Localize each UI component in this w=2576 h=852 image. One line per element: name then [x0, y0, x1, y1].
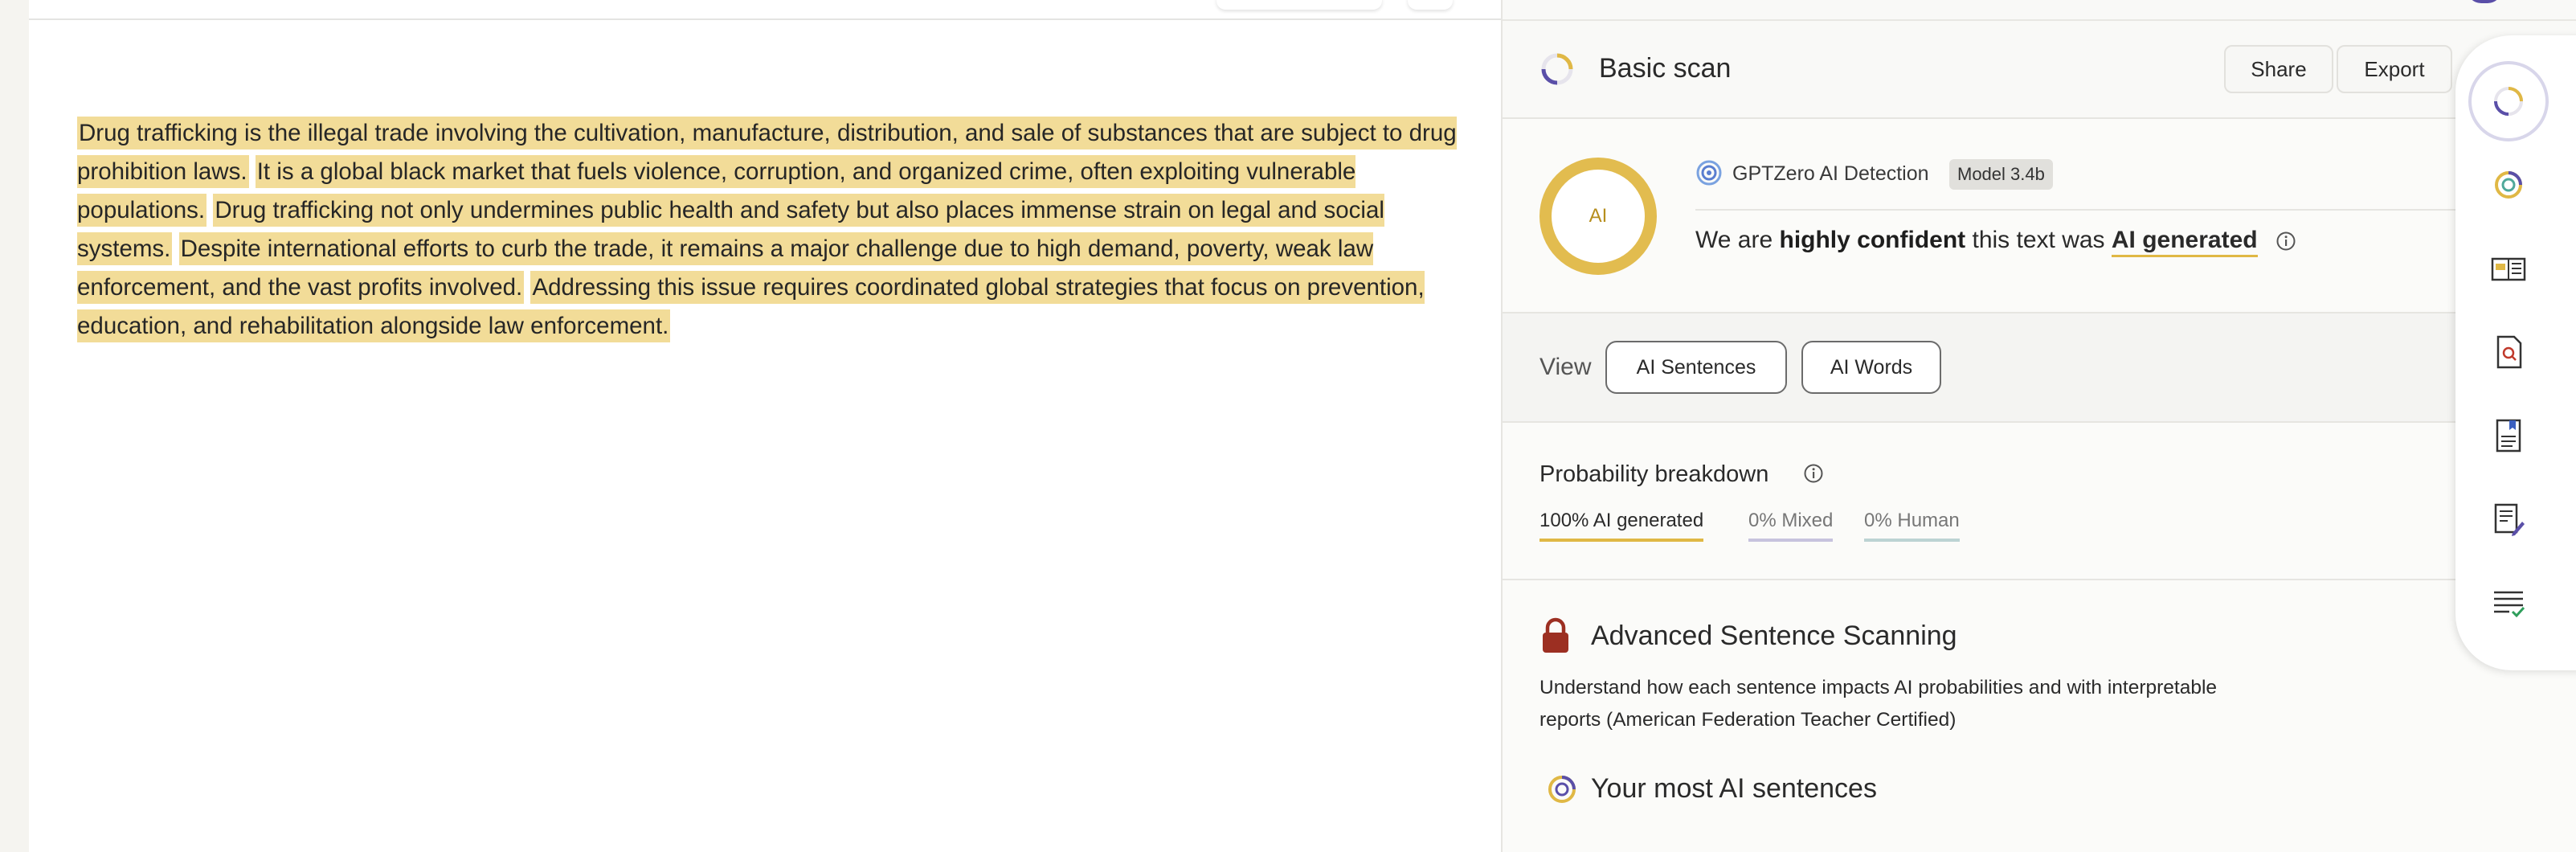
info-icon[interactable]	[2275, 231, 2296, 252]
ai-probability-tab[interactable]: 100% AI generated	[1539, 510, 1704, 542]
view-label: View	[1539, 354, 1592, 380]
lock-icon	[1543, 617, 1568, 653]
toolbar-pill[interactable]	[1216, 0, 1382, 10]
document-bookmark-icon	[2496, 419, 2521, 453]
advanced-scanning-section: Advanced Sentence Scanning Understand ho…	[1503, 580, 2576, 852]
page-title: Basic scan	[1599, 53, 1732, 84]
book-text-icon	[2491, 257, 2526, 281]
ai-sentences-button[interactable]: AI Sentences	[1605, 341, 1787, 394]
detector-name: GPTZero AI Detection	[1732, 162, 1929, 185]
gptzero-logo-icon	[1548, 776, 1576, 803]
document-text[interactable]: Drug trafficking is the illegal trade in…	[77, 114, 1475, 346]
tool-sources[interactable]	[2472, 399, 2545, 473]
verdict-result[interactable]: AI generated	[2111, 227, 2258, 257]
document-search-icon	[2496, 335, 2522, 369]
tool-writing-feedback[interactable]	[2472, 482, 2545, 556]
ring-label: AI	[1589, 205, 1608, 227]
human-probability-tab[interactable]: 0% Human	[1864, 510, 1960, 542]
list-check-icon	[2494, 591, 2525, 618]
tool-plagiarism[interactable]	[2472, 315, 2545, 389]
ai-score-ring: AI	[1539, 158, 1657, 275]
verdict-confidence: highly confident	[1779, 227, 1966, 253]
results-header: Basic scan Share Export	[1503, 0, 2576, 119]
tool-checklist[interactable]	[2472, 566, 2545, 640]
verdict-middle: this text was	[1965, 227, 2112, 253]
gptzero-logo-icon	[1696, 160, 1722, 186]
toolbar-pill-small[interactable]	[1408, 0, 1453, 10]
advanced-description: Understand how each sentence impacts AI …	[1539, 677, 2218, 731]
header-divider	[1503, 19, 2576, 21]
ai-words-button[interactable]: AI Words	[1801, 341, 1941, 394]
info-icon[interactable]	[1803, 463, 1824, 484]
verdict-statement: We are highly confident this text was AI…	[1695, 227, 2296, 257]
advanced-title: Advanced Sentence Scanning	[1591, 621, 1957, 651]
tool-ai-detector[interactable]	[2472, 148, 2545, 222]
most-ai-sentences-title: Your most AI sentences	[1591, 773, 1877, 804]
mixed-probability-tab[interactable]: 0% Mixed	[1748, 510, 1834, 542]
scan-progress-icon	[1541, 53, 1573, 85]
share-button[interactable]: Share	[2224, 45, 2333, 93]
probability-title: Probability breakdown	[1539, 461, 1769, 487]
document-toolbar	[29, 0, 1501, 20]
tool-scan[interactable]	[2472, 64, 2545, 138]
results-panel: Basic scan Share Export AI GPTZero AI De…	[1501, 0, 2576, 852]
model-badge: Model 3.4b	[1949, 159, 2053, 190]
export-button[interactable]: Export	[2337, 45, 2452, 93]
tool-ai-vocabulary[interactable]	[2472, 231, 2545, 305]
verdict-section: AI GPTZero AI Detection Model 3.4b We ar…	[1503, 119, 2576, 313]
verdict-divider	[1695, 209, 2547, 211]
probability-breakdown: Probability breakdown 100% AI generated …	[1503, 423, 2576, 580]
view-selector: View AI Sentences AI Words	[1503, 313, 2576, 423]
tools-sidebar	[2455, 35, 2576, 670]
verdict-prefix: We are	[1695, 227, 1780, 253]
scan-icon	[2494, 87, 2523, 116]
document-edit-icon	[2494, 503, 2525, 536]
document-panel: Drug trafficking is the illegal trade in…	[29, 0, 1501, 852]
gptzero-logo-icon	[2495, 171, 2522, 199]
